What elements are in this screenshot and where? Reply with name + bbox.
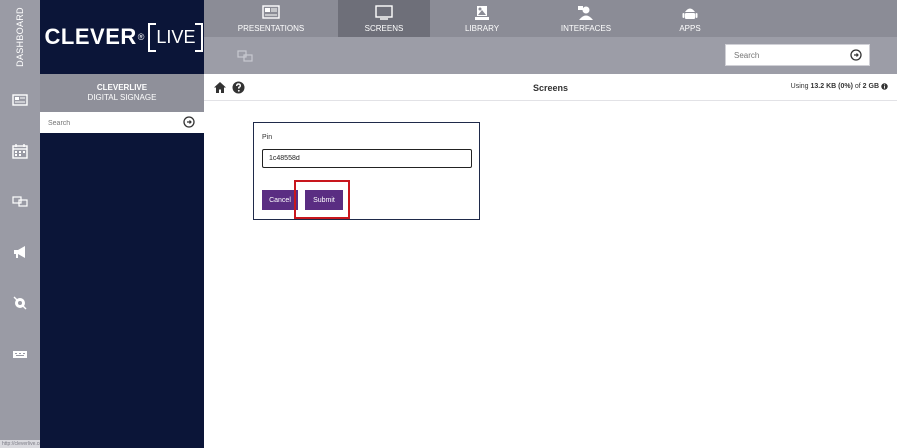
calendar-icon[interactable] — [0, 139, 40, 163]
global-search-input[interactable] — [726, 45, 841, 66]
sidebar-subtitle: DIGITAL SIGNAGE — [87, 93, 157, 102]
clever-live-logo[interactable]: CLEVER ® LIVE — [40, 0, 204, 74]
dashboard-rail: DASHBOARD http://cleverlive.com — [0, 0, 70, 448]
global-search — [725, 44, 870, 66]
interfaces-icon[interactable] — [0, 291, 40, 315]
pin-input[interactable] — [262, 149, 472, 168]
sidebar-search — [40, 112, 204, 134]
library-icon — [475, 6, 489, 20]
sidebar-search-input[interactable] — [40, 113, 170, 134]
tab-interfaces-label: INTERFACES — [560, 24, 612, 33]
info-icon[interactable] — [881, 83, 888, 90]
search-go-icon[interactable] — [850, 49, 862, 61]
interfaces-icon — [578, 6, 593, 20]
tab-presentations-label: PRESENTATIONS — [237, 24, 305, 33]
content-header: Screens Using 13.2 KB (0%) of 2 GB — [204, 74, 897, 101]
logo-brand: CLEVER — [44, 24, 137, 49]
tab-library-label: LIBRARY — [464, 24, 500, 33]
tab-screens-label: SCREENS — [364, 24, 404, 33]
tab-apps[interactable]: APPS — [638, 0, 742, 37]
sidebar: CLEVERLIVE DIGITAL SIGNAGE — [40, 74, 204, 448]
cancel-button[interactable]: Cancel — [262, 190, 298, 210]
top-navigation: PRESENTATIONS SCREENS LIBRARY INTERFACES… — [204, 0, 897, 37]
tab-library[interactable]: LIBRARY — [430, 0, 534, 37]
screens-icon[interactable] — [0, 189, 40, 213]
screens-icon[interactable] — [237, 49, 253, 63]
logo-registered: ® — [137, 32, 145, 42]
search-go-icon[interactable] — [183, 116, 195, 128]
sidebar-title: CLEVERLIVE — [96, 83, 148, 92]
android-icon — [682, 8, 698, 19]
storage-usage: Using 13.2 KB (0%) of 2 GB — [790, 83, 879, 90]
submit-button[interactable]: Submit — [305, 190, 343, 210]
keyboard-icon[interactable] — [0, 342, 40, 366]
sidebar-header: CLEVERLIVE DIGITAL SIGNAGE — [40, 74, 204, 112]
megaphone-icon[interactable] — [0, 240, 40, 264]
tab-interfaces[interactable]: INTERFACES — [534, 0, 638, 37]
dashboard-label[interactable]: DASHBOARD — [0, 0, 40, 74]
pin-dialog: Pin Cancel Submit — [253, 122, 480, 220]
tab-apps-label: APPS — [679, 24, 701, 33]
logo-live: LIVE — [148, 22, 204, 52]
tab-presentations[interactable]: PRESENTATIONS — [204, 0, 338, 37]
monitor-icon — [375, 5, 393, 20]
presentation-icon — [262, 5, 280, 19]
presentation-icon[interactable] — [0, 88, 40, 112]
sub-toolbar — [204, 37, 897, 74]
tab-screens[interactable]: SCREENS — [338, 0, 430, 37]
pin-label: Pin — [262, 134, 273, 141]
